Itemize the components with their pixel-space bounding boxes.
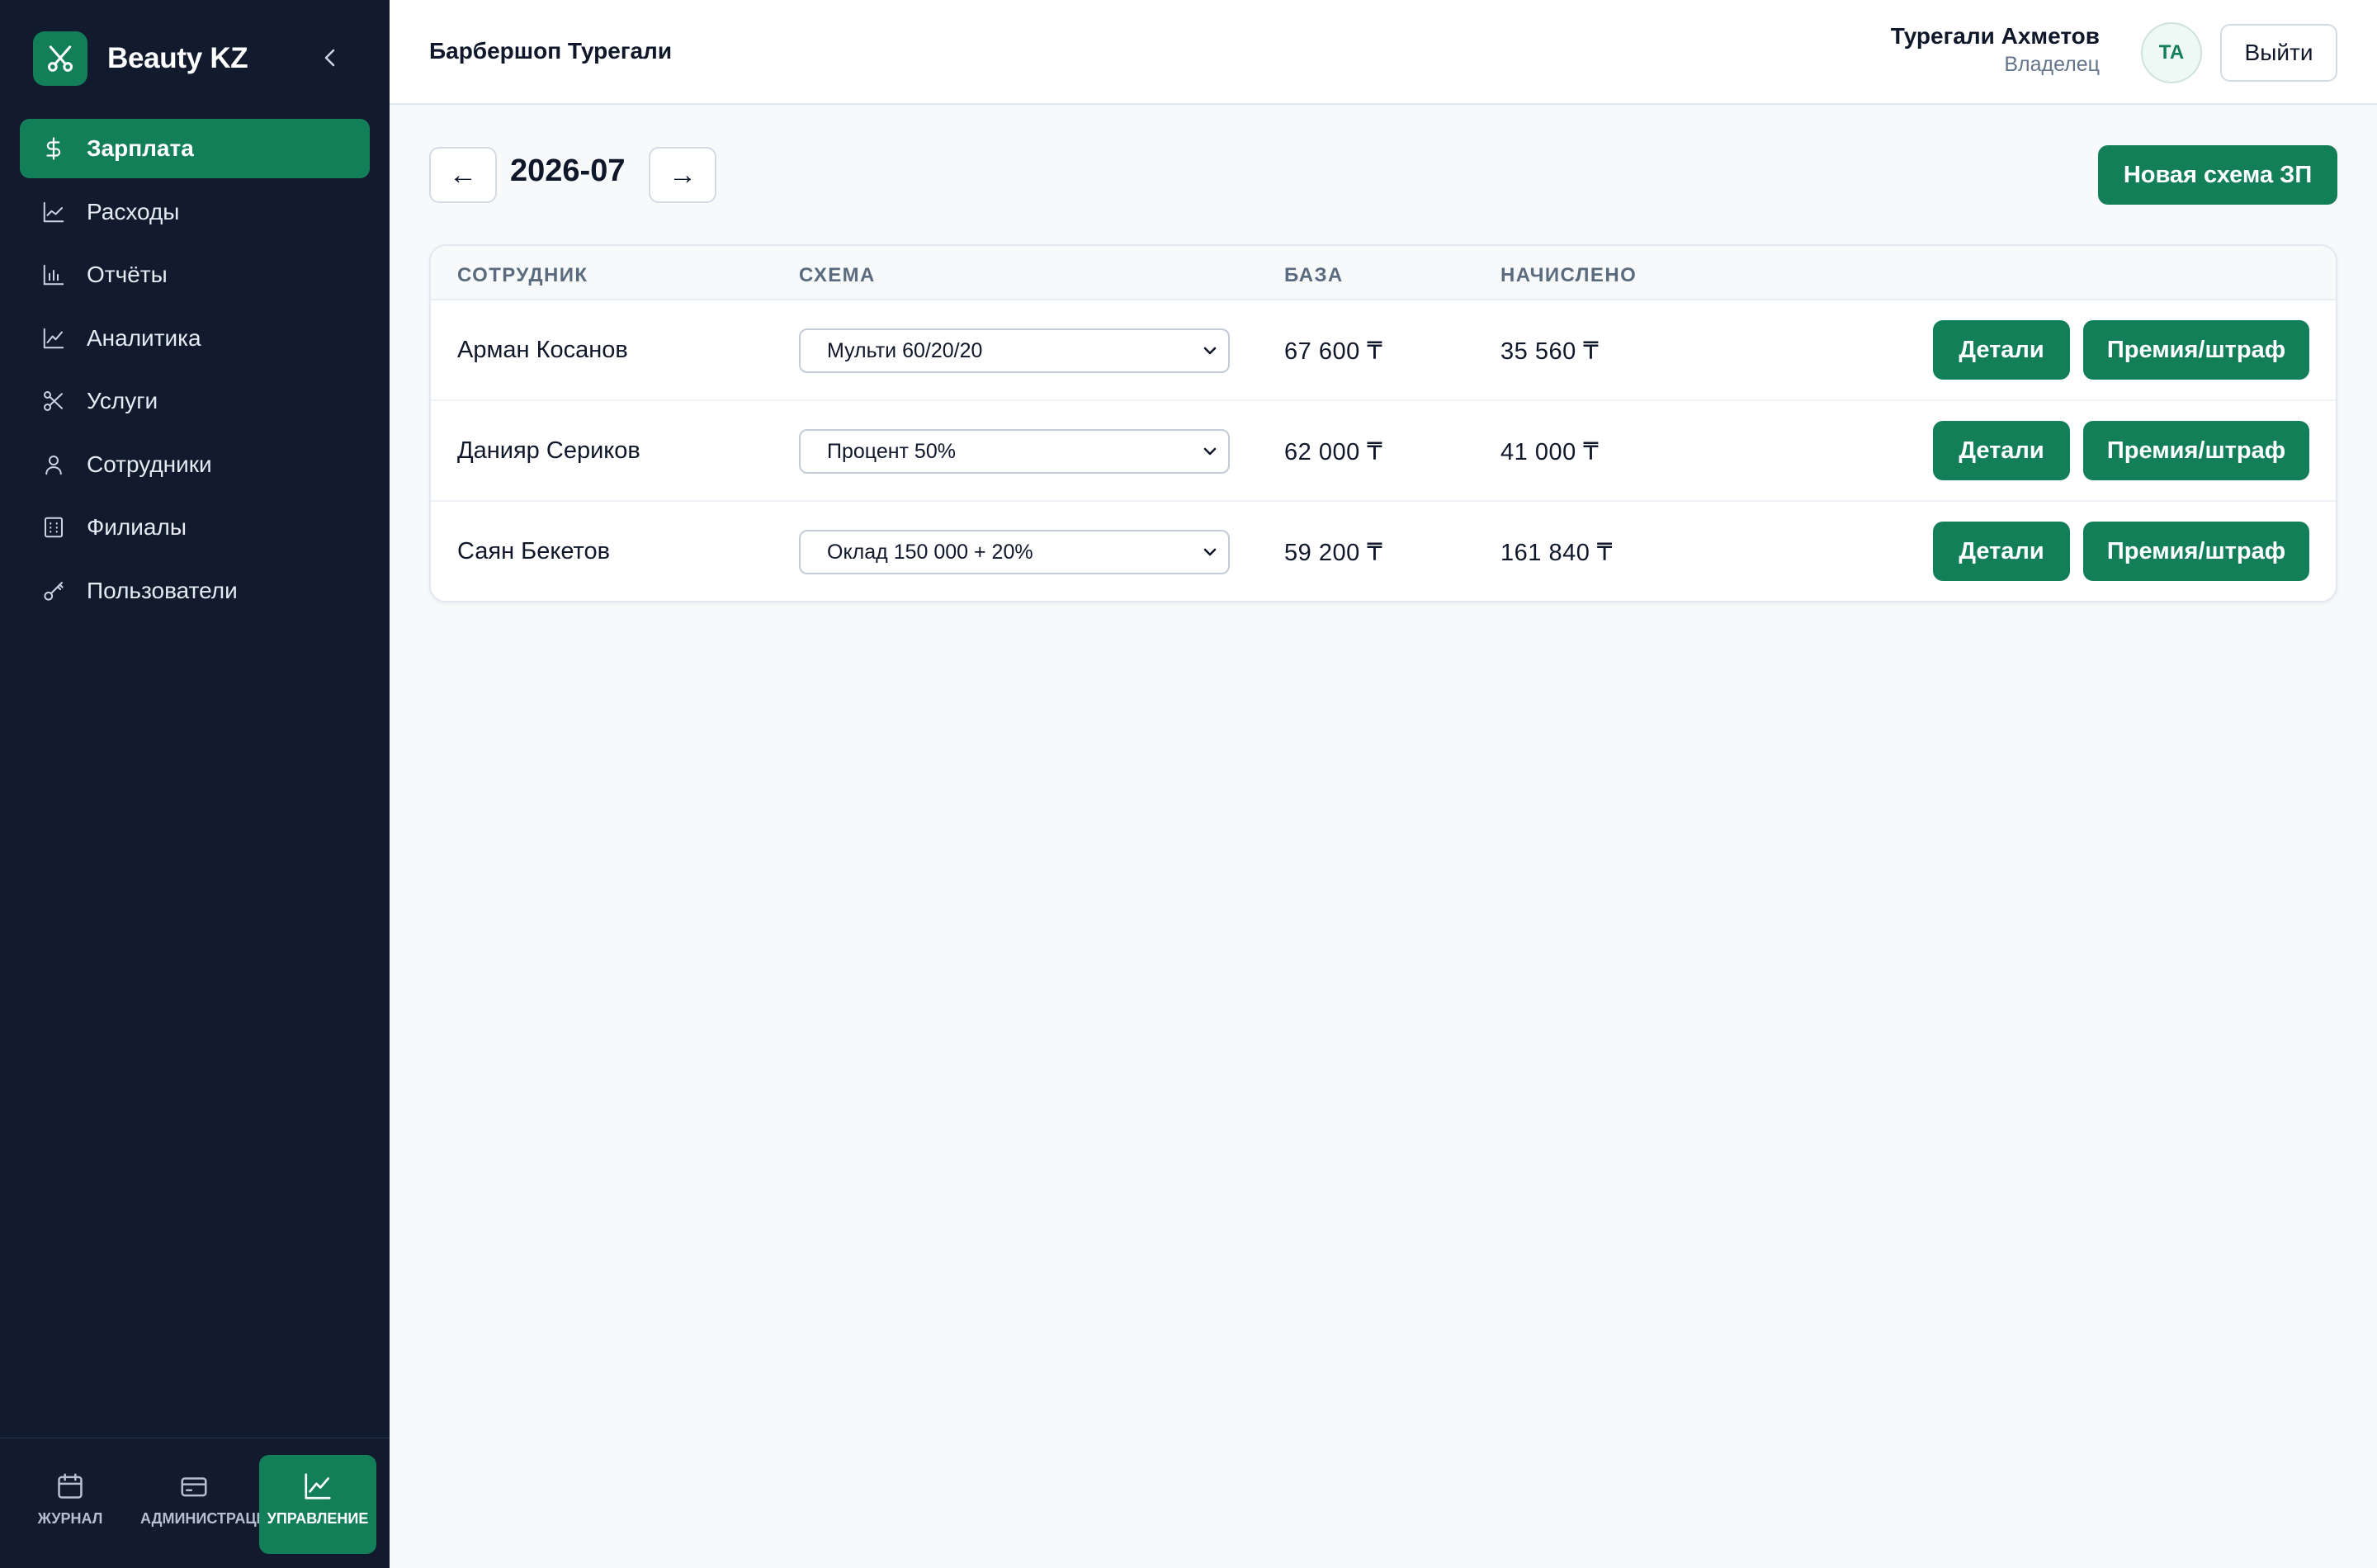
logout-button[interactable]: Выйти [2220,24,2337,82]
bonus-penalty-button[interactable]: Премия/штраф [2083,320,2309,380]
avatar[interactable]: ТА [2141,22,2202,83]
base-amount: 67 600 ₸ [1284,338,1383,365]
bottom-nav-management[interactable]: УПРАВЛЕНИЕ [259,1455,376,1554]
sidebar-item-label: Отчёты [87,262,168,287]
column-header-accrued: НАЧИСЛЕНО [1500,264,1637,286]
card-icon [177,1470,210,1503]
sidebar-item-label: Зарплата [87,135,194,161]
scissors-icon [33,31,87,86]
scheme-select[interactable]: Мульти 60/20/20 [799,328,1230,373]
brand-name: Beauty KZ [107,42,248,74]
scheme-select[interactable]: Оклад 150 000 + 20% [799,530,1230,574]
key-icon [41,579,66,603]
accrued-amount: 161 840 ₸ [1500,540,1613,566]
page-title: Барбершоп Турегали [429,38,673,64]
bottom-nav-journal[interactable]: ЖУРНАЛ [12,1455,129,1554]
sidebar: Beauty KZ Зарплата Расходы Отчёты Аналит… [0,0,390,1568]
chevron-down-icon [1200,341,1220,361]
line-chart-icon [41,326,66,351]
sidebar-item-label: Пользователи [87,577,238,603]
sidebar-item-label: Аналитика [87,324,201,351]
column-header-base: БАЗА [1284,264,1344,286]
sidebar-nav: Зарплата Расходы Отчёты Аналитика Услуги [20,119,370,624]
chart-icon [301,1470,334,1503]
bonus-penalty-button[interactable]: Премия/штраф [2083,522,2309,581]
user-name: Турегали Ахметов [1890,23,2100,49]
bottom-nav-label: АДМИНИСТРАЦИЯ [140,1510,278,1527]
bottom-nav: ЖУРНАЛ АДМИНИСТРАЦИЯ УПРАВЛЕНИЕ [0,1438,390,1568]
bottom-nav-label: ЖУРНАЛ [37,1510,103,1527]
next-period-button[interactable]: → [649,147,716,203]
base-amount: 62 000 ₸ [1284,439,1383,465]
scheme-select-value: Оклад 150 000 + 20% [827,540,1033,564]
salary-table: СОТРУДНИК СХЕМА БАЗА НАЧИСЛЕНО Арман Кос… [429,244,2337,602]
table-header: СОТРУДНИК СХЕМА БАЗА НАЧИСЛЕНО [431,246,2336,300]
sidebar-item-services[interactable]: Услуги [20,371,370,431]
table-row: Арман Косанов Мульти 60/20/20 67 600 ₸ 3… [431,300,2336,401]
accrued-amount: 41 000 ₸ [1500,439,1600,465]
user-role: Владелец [2004,53,2100,76]
collapse-sidebar-button[interactable] [314,43,347,76]
sidebar-item-expenses[interactable]: Расходы [20,182,370,242]
base-amount: 59 200 ₸ [1284,540,1383,566]
scheme-select-value: Мульти 60/20/20 [827,338,983,362]
sidebar-item-label: Сотрудники [87,451,212,477]
scheme-select[interactable]: Процент 50% [799,429,1230,474]
details-button[interactable]: Детали [1933,522,2070,581]
sidebar-item-reports[interactable]: Отчёты [20,245,370,305]
bottom-nav-label: УПРАВЛЕНИЕ [267,1510,369,1527]
details-button[interactable]: Детали [1933,421,2070,480]
chevron-down-icon [1200,542,1220,562]
top-header: Барбершоп Турегали Турегали Ахметов Влад… [390,0,2377,105]
user-icon [41,452,66,477]
calendar-icon [54,1470,87,1503]
sidebar-item-label: Расходы [87,198,180,224]
sidebar-item-analytics[interactable]: Аналитика [20,309,370,368]
sidebar-item-label: Услуги [87,388,158,413]
scissors-icon [41,389,66,413]
brand[interactable]: Beauty KZ [33,31,248,86]
sidebar-item-label: Филиалы [87,514,187,540]
column-header-scheme: СХЕМА [799,264,876,286]
table-row: Данияр Сериков Процент 50% 62 000 ₸ 41 0… [431,401,2336,502]
prev-period-button[interactable]: ← [429,147,497,203]
sidebar-item-salary[interactable]: Зарплата [20,119,370,178]
chevron-left-icon [321,46,339,73]
bonus-penalty-button[interactable]: Премия/штраф [2083,421,2309,480]
employee-name: Арман Косанов [457,337,628,363]
accrued-amount: 35 560 ₸ [1500,338,1600,365]
new-salary-scheme-button[interactable]: Новая схема ЗП [2098,145,2337,205]
dollar-icon [41,136,66,161]
building-icon [41,515,66,540]
sidebar-item-users[interactable]: Пользователи [20,561,370,621]
employee-name: Саян Бекетов [457,538,611,564]
sidebar-item-branches[interactable]: Филиалы [20,498,370,557]
period-label: 2026-07 [510,153,626,188]
sidebar-item-employees[interactable]: Сотрудники [20,435,370,494]
area-chart-icon [41,200,66,224]
chevron-down-icon [1200,442,1220,461]
scheme-select-value: Процент 50% [827,439,956,463]
details-button[interactable]: Детали [1933,320,2070,380]
employee-name: Данияр Сериков [457,437,640,464]
bottom-nav-administration[interactable]: АДМИНИСТРАЦИЯ [135,1455,278,1554]
table-row: Саян Бекетов Оклад 150 000 + 20% 59 200 … [431,502,2336,601]
column-header-employee: СОТРУДНИК [457,264,588,286]
bar-chart-icon [41,262,66,287]
